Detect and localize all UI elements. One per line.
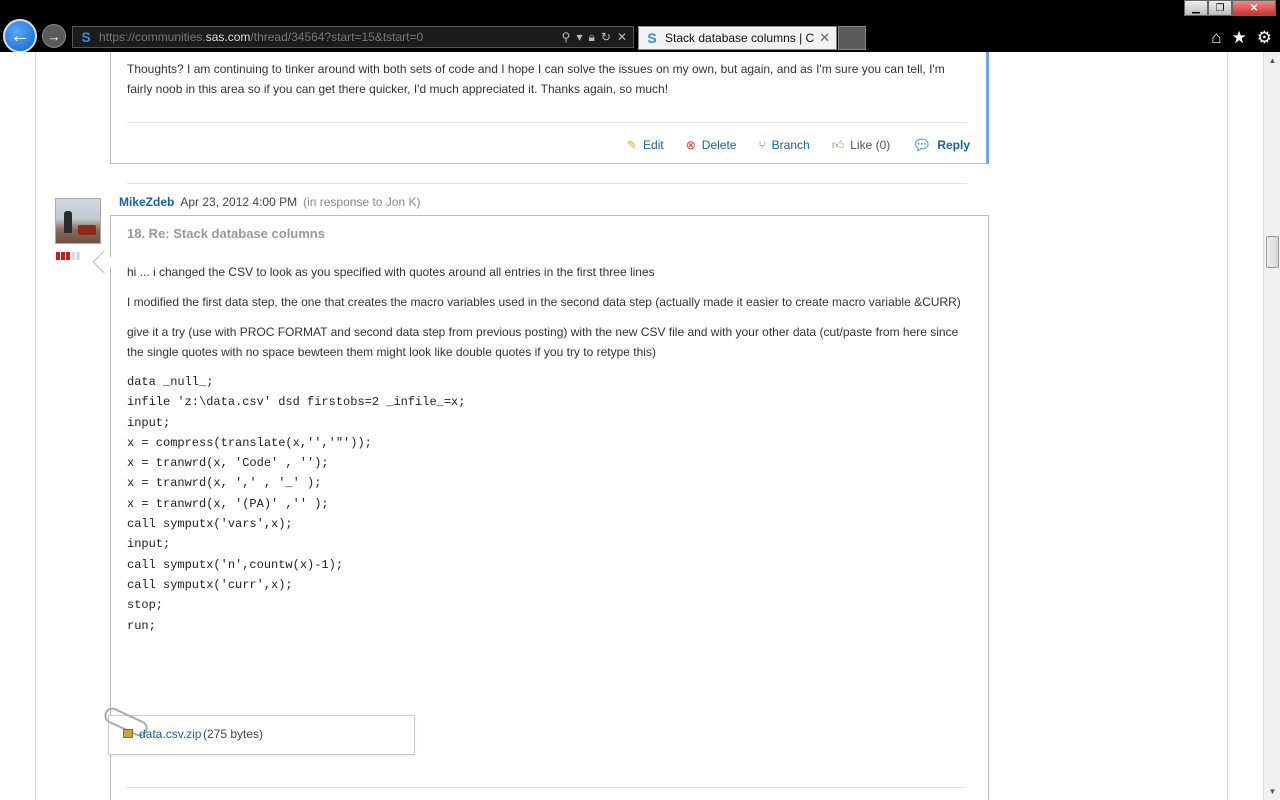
branch-label: Branch [771,138,810,152]
url-path: /thread/34564?start=15&tstart=0 [250,30,424,44]
column-border-right [1227,52,1228,800]
tab-favicon-icon: S [647,30,657,46]
code-line: x = compress(translate(x,'','"')); [127,435,372,450]
code-line: stop; [127,598,164,613]
branch-button[interactable]: ⑂ Branch [758,138,809,152]
code-line: call symputx('vars',x); [127,517,293,532]
zip-file-icon [123,729,133,738]
code-line: call symputx('curr',x); [127,577,293,592]
url-domain: sas.com [205,30,251,44]
in-response-to[interactable]: (in response to Jon K) [303,195,420,209]
code-line: x = tranwrd(x, '(PA)' ,'' ); [127,496,329,511]
maximize-button[interactable]: ❐ [1208,0,1232,16]
address-bar[interactable]: S https://communities.sas.com/thread/345… [72,26,634,48]
code-line: input; [127,537,171,552]
speech-bubble-icon: 💬︎ [912,137,932,154]
code-line: call symputx('n',countw(x)-1); [127,557,344,572]
post-date: Apr 23, 2012 4:00 PM [180,195,298,209]
refresh-icon[interactable]: ↻ [601,30,611,45]
lock-icon[interactable]: 🔒︎ [588,30,594,45]
reply-post-card: 18. Re: Stack database columns hi ... i … [110,215,989,800]
attachment-box: data.csv.zip (275 bytes) [101,705,415,755]
scroll-up-icon[interactable]: ▲ [1264,52,1280,69]
column-border-left [35,52,36,800]
reply-label: Reply [937,138,970,152]
window-controls: ▁ ❐ ✕ [1184,0,1276,16]
like-label: Like (0) [850,138,891,152]
tab-title: Stack database columns | C... [665,31,816,45]
branch-icon: ⑂ [758,138,766,152]
stop-icon[interactable]: ✕ [617,30,627,45]
attachment-link[interactable]: data.csv.zip [139,727,201,741]
minimize-button[interactable]: ▁ [1184,0,1208,16]
avatar[interactable] [55,198,101,244]
site-favicon-icon: S [81,29,91,45]
divider [127,183,967,184]
author-link[interactable]: MikeZdeb [119,195,174,209]
code-line: x = tranwrd(x, 'Code' , ''); [127,456,329,471]
forward-arrow-icon: → [47,28,61,44]
post-paragraph: give it a try (use with PROC FORMAT and … [127,325,959,359]
post-paragraph: hi ... i changed the CSV to look as you … [127,265,655,279]
new-tab-button[interactable] [838,26,866,50]
scroll-thumb[interactable] [1266,236,1279,268]
post-paragraph: I modified the first data step, the one … [127,295,961,309]
user-rank-meter [56,252,80,260]
like-button[interactable]: 👍︎ Like (0) [832,138,891,153]
scroll-down-icon[interactable]: ▼ [1264,783,1280,800]
tab-close-icon[interactable]: ✕ [819,30,830,46]
url-text[interactable]: https://communities.sas.com/thread/34564… [99,30,562,44]
previous-post-body: Thoughts? I am continuing to tinker arou… [127,62,945,96]
divider [127,122,967,123]
back-arrow-icon: ← [10,24,30,47]
close-window-button[interactable]: ✕ [1232,0,1276,16]
code-line: infile 'z:\data.csv' dsd firstobs=2 _inf… [127,395,466,410]
edit-label: Edit [643,138,664,152]
previous-post-card: Thoughts? I am continuing to tinker arou… [110,52,989,184]
settings-gear-icon[interactable]: ⚙ [1257,28,1272,48]
post-meta: MikeZdeb Apr 23, 2012 4:00 PM (in respon… [119,195,421,209]
code-line: run; [127,618,156,633]
browser-chrome: ← → S https://communities.sas.com/thread… [0,0,1280,53]
post-actions: ✎ Edit ⊗ Delete ⑂ Branch 👍︎ Like (0) 💬︎ Reply [627,136,970,154]
dropdown-icon[interactable]: ▾ [576,30,582,45]
code-block: data _null_; infile 'z:\data.csv' dsd fi… [127,372,975,636]
page-content: Thoughts? I am continuing to tinker arou… [0,52,1263,800]
back-button[interactable]: ← [3,19,37,53]
url-prefix: https://communities. [99,30,206,44]
reply-button[interactable]: 💬︎ Reply [912,136,970,154]
edit-button[interactable]: ✎ Edit [627,138,664,152]
tab-active[interactable]: S Stack database columns | C... ✕ [638,26,837,50]
thumbs-up-icon: 👍︎ [831,137,845,152]
delete-icon: ⊗ [685,138,696,152]
vertical-scrollbar[interactable]: ▲ ▼ [1263,52,1280,800]
favorites-star-icon[interactable]: ★ [1232,28,1247,48]
post-title: 18. Re: Stack database columns [127,226,325,241]
forward-button[interactable]: → [42,24,66,48]
divider [126,787,966,788]
delete-button[interactable]: ⊗ Delete [686,138,737,152]
pencil-icon: ✎ [626,138,638,152]
post-body: hi ... i changed the CSV to look as you … [127,262,975,636]
search-icon[interactable]: ⚲ [562,30,571,45]
attachment-size: (275 bytes) [203,727,264,741]
home-icon[interactable]: ⌂ [1211,28,1221,48]
delete-label: Delete [701,138,737,152]
code-line: data _null_; [127,375,214,389]
code-line: x = tranwrd(x, ',' , '_' ); [127,476,322,491]
code-line: input; [127,415,171,430]
